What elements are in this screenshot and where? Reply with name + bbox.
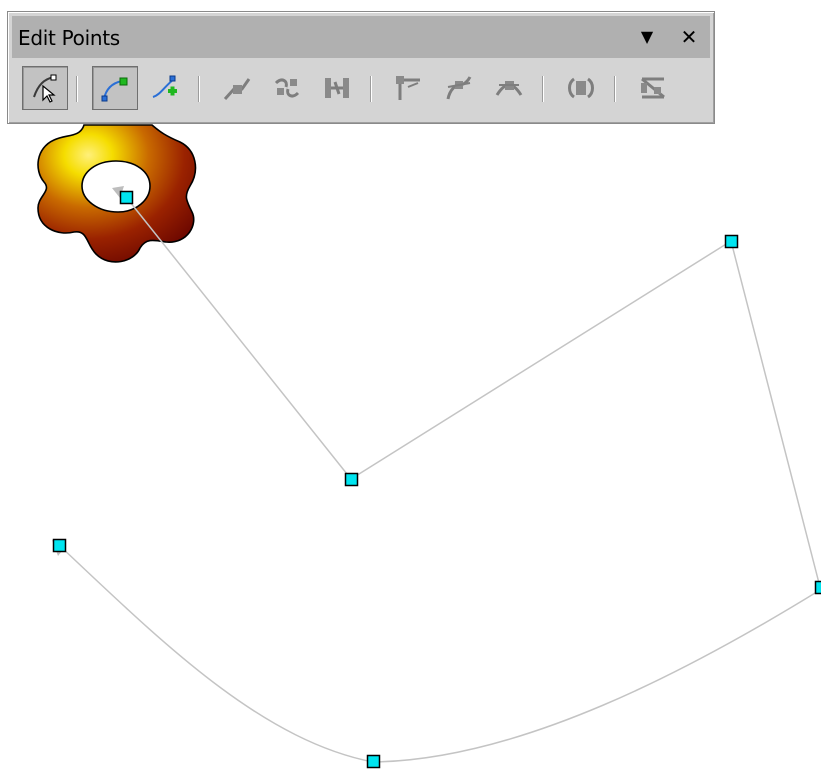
select-points-icon xyxy=(33,74,57,103)
split-curve-icon xyxy=(274,78,300,98)
toolbar-separator xyxy=(76,76,77,102)
toolbar-separator xyxy=(198,76,199,102)
convert-to-curve-icon xyxy=(325,78,349,98)
move-points-icon xyxy=(101,77,128,102)
edited-path-lower[interactable] xyxy=(59,545,821,763)
point-handle[interactable] xyxy=(119,190,134,205)
toolbar-title: Edit Points xyxy=(18,26,120,50)
symmetric-transition-tool-button[interactable] xyxy=(486,66,532,110)
corner-point-icon xyxy=(396,76,420,100)
toolbar-separator xyxy=(370,76,371,102)
corner-point-tool-button[interactable] xyxy=(386,66,432,110)
toolbar-separator xyxy=(542,76,543,102)
point-handle[interactable] xyxy=(52,538,67,553)
smooth-transition-icon xyxy=(446,76,472,100)
insert-points-icon xyxy=(152,75,177,98)
edited-path-upper[interactable] xyxy=(125,196,821,588)
close-bezier-icon xyxy=(568,77,594,99)
symmetric-transition-icon xyxy=(495,81,523,96)
point-handle[interactable] xyxy=(344,472,359,487)
eliminate-points-tool-button[interactable] xyxy=(630,66,676,110)
toolbar-buttons xyxy=(18,64,706,112)
delete-points-icon xyxy=(223,78,251,101)
toolbar-titlebar[interactable]: Edit Points ▼ ✕ xyxy=(12,16,710,58)
convert-to-curve-tool-button[interactable] xyxy=(314,66,360,110)
edit-points-toolbar: Edit Points ▼ ✕ xyxy=(7,11,715,124)
split-curve-tool-button[interactable] xyxy=(264,66,310,110)
point-handle[interactable] xyxy=(724,234,739,249)
point-handle[interactable] xyxy=(814,580,821,595)
delete-points-tool-button[interactable] xyxy=(214,66,260,110)
toolbar-menu-button[interactable]: ▼ xyxy=(634,24,660,50)
smooth-transition-tool-button[interactable] xyxy=(436,66,482,110)
insert-points-tool-button[interactable] xyxy=(142,66,188,110)
points-tool-button[interactable] xyxy=(22,66,68,110)
close-bezier-tool-button[interactable] xyxy=(558,66,604,110)
eliminate-points-icon xyxy=(641,77,665,99)
move-points-tool-button[interactable] xyxy=(92,66,138,110)
toolbar-close-button[interactable]: ✕ xyxy=(676,24,702,50)
point-handle[interactable] xyxy=(366,754,381,769)
toolbar-separator xyxy=(614,76,615,102)
